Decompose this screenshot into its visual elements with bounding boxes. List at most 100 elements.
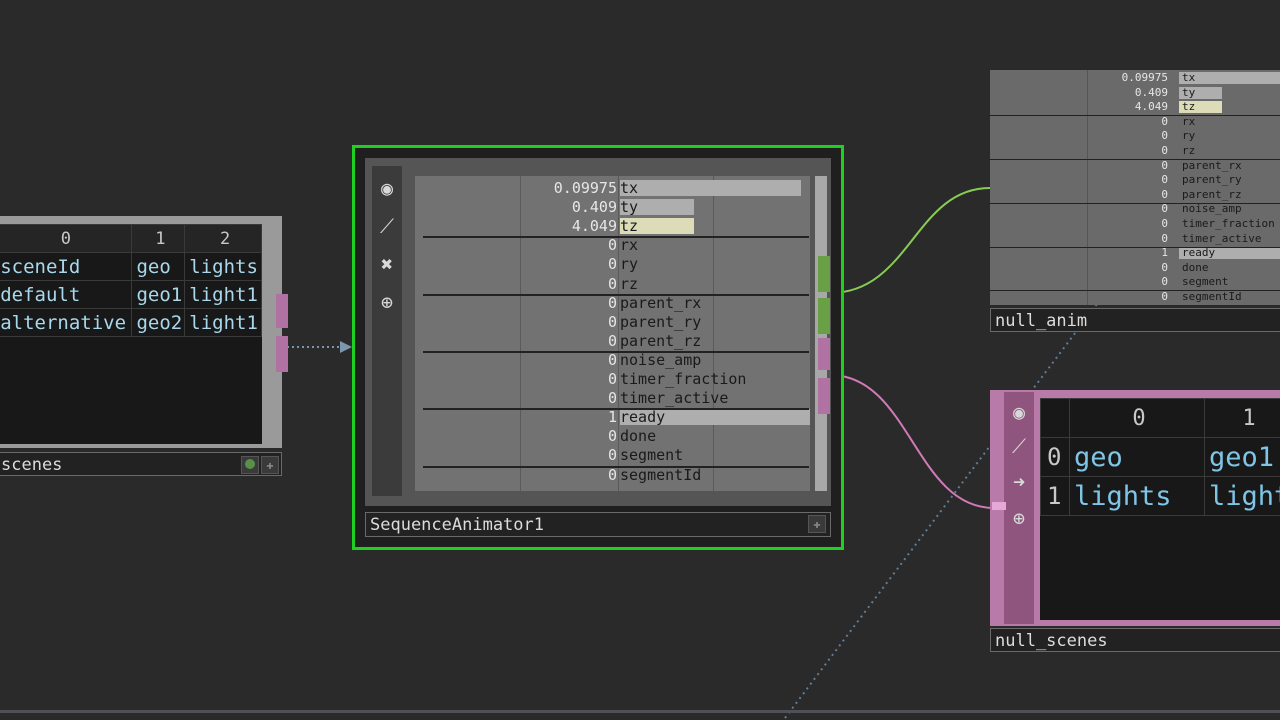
null-scenes-viewer[interactable]: ◉ ⟋ ➜ ⊕ 0 1 0 geo geo1 1 lights light1 — [990, 390, 1280, 626]
table-header-cell: 2 — [184, 224, 262, 253]
link-arrow — [340, 341, 352, 353]
chop-output-connector-2[interactable] — [818, 298, 830, 334]
channel-name: timer_fraction — [620, 370, 747, 388]
table-header-cell: 1 — [131, 224, 186, 253]
chop-wire[interactable] — [829, 187, 991, 294]
dat-output-connector-2[interactable] — [818, 378, 830, 414]
channel-value: 0 — [1161, 231, 1168, 245]
table-header-row: 0 1 2 — [0, 224, 262, 253]
target-icon[interactable]: ◉ — [375, 176, 399, 200]
chop-output-connector-1[interactable] — [818, 256, 830, 292]
network-bottom-border — [0, 710, 1280, 713]
node-name[interactable]: null_anim — [995, 311, 1087, 331]
channel-name: parent_ry — [1182, 173, 1242, 187]
channel-value: 0 — [1161, 144, 1168, 157]
channel-name: rx — [620, 236, 639, 255]
channel-name: segmentId — [1182, 290, 1242, 303]
channel-row: 0 rx — [415, 236, 810, 255]
graph-icon[interactable]: ⟋ — [1007, 434, 1031, 458]
target-icon[interactable]: ◉ — [1007, 400, 1031, 424]
null-anim-node[interactable]: 0.09975 tx 0.409 ty 4.049 tz 0 rx 0 ry 0 rz 0 parent_… — [990, 70, 1280, 333]
node-name[interactable]: SequenceAnimator1 — [370, 515, 544, 535]
table-cell: lights — [1069, 476, 1205, 516]
scenes-output-connector-2[interactable] — [276, 336, 288, 372]
channel-value: 0 — [607, 465, 617, 484]
channel-value: 0.409 — [571, 198, 617, 217]
channel-row: 0.09975 tx — [415, 179, 810, 198]
graph-icon[interactable]: ⟋ — [375, 214, 399, 238]
channel-group-separator — [423, 351, 809, 353]
channel-row: 0 noise_amp — [990, 202, 1280, 217]
node-name[interactable]: scenes — [1, 455, 62, 475]
scenes-dat-viewer[interactable]: 0 1 2 sceneId geo lights default geo1 li… — [0, 216, 272, 448]
channel-row: 0 parent_rx — [415, 294, 810, 313]
channel-value: 0 — [1161, 129, 1168, 143]
null-anim-footer[interactable]: null_anim — [990, 308, 1280, 332]
table-header-cell: 1 — [1204, 398, 1280, 438]
channel-group-separator — [990, 159, 1280, 160]
table-cell: light1 — [184, 308, 262, 337]
scenes-output-connector-1[interactable] — [276, 294, 288, 328]
channel-value: 0 — [607, 293, 617, 312]
channel-row: 0 timer_fraction — [990, 217, 1280, 232]
channel-row: 0.09975 tx — [990, 71, 1280, 86]
channel-name: ty — [620, 198, 639, 217]
table-row: default geo1 light1 — [0, 280, 262, 309]
table-cell: geo — [131, 252, 186, 281]
channel-row: 0 parent_ry — [415, 313, 810, 332]
plus-icon[interactable]: ✚ — [261, 456, 279, 474]
dat-output-connector-1[interactable] — [818, 338, 830, 370]
table-cell: sceneId — [0, 252, 133, 281]
channel-group-separator — [423, 466, 809, 468]
close-icon[interactable]: ✖ — [375, 252, 399, 276]
table-row: sceneId geo lights — [0, 252, 262, 281]
null-scenes-node[interactable]: ◉ ⟋ ➜ ⊕ 0 1 0 geo geo1 1 lights light1 — [990, 390, 1280, 654]
null-scenes-side-icons: ◉ ⟋ ➜ ⊕ — [1004, 392, 1034, 624]
scenes-footer[interactable]: scenes ✚ — [0, 452, 282, 476]
sequence-animator-side-icons: ◉ ⟋ ✖ ⊕ — [372, 166, 402, 496]
null-anim-channel-viewer[interactable]: 0.09975 tx 0.409 ty 4.049 tz 0 rx 0 ry 0 rz 0 parent_… — [990, 70, 1280, 305]
table-row: alternative geo2 light1 — [0, 308, 262, 337]
plus-icon[interactable]: ✚ — [808, 515, 826, 533]
sequence-animator-node[interactable]: ◉ ⟋ ✖ ⊕ 0.09975 tx 0.409 ty 4.049 tz 0 rx 0 ry 0 rz… — [352, 145, 844, 550]
channel-row: 0 timer_active — [415, 389, 810, 408]
viewer-dot-icon[interactable] — [241, 456, 259, 474]
channel-row: 4.049 tz — [990, 100, 1280, 115]
table-cell: geo1 — [1204, 437, 1280, 477]
channel-row: 0.409 ty — [990, 86, 1280, 101]
lock-icon[interactable]: ⊕ — [375, 290, 399, 314]
node-name[interactable]: null_scenes — [995, 631, 1108, 651]
channel-row: 0 segmentId — [415, 466, 810, 485]
table-cell: geo2 — [131, 308, 186, 337]
sequence-animator-footer[interactable]: SequenceAnimator1 ✚ — [365, 512, 831, 537]
channel-value: 0.09975 — [553, 179, 617, 197]
table-cell: geo — [1069, 437, 1205, 477]
channel-value: 0 — [1161, 217, 1168, 230]
channel-name: ry — [1182, 129, 1196, 143]
scenes-dat-node[interactable]: 0 1 2 sceneId geo lights default geo1 li… — [0, 216, 292, 478]
arrow-right-icon[interactable]: ➜ — [1007, 470, 1031, 494]
table-row: 1 lights light1 — [1040, 476, 1280, 516]
null-scenes-table: 0 1 0 geo geo1 1 lights light1 — [1040, 398, 1280, 620]
channel-value: 0 — [1161, 173, 1168, 187]
channel-row: 0 done — [415, 427, 810, 446]
lock-icon[interactable]: ⊕ — [1007, 506, 1031, 530]
table-cell: light1 — [1204, 476, 1280, 516]
channel-name: tx — [620, 179, 639, 197]
channel-row: 4.049 tz — [415, 217, 810, 236]
channel-name: ready — [1182, 246, 1216, 260]
channel-value: 0 — [607, 255, 617, 274]
channel-value: 0 — [607, 236, 617, 255]
null-scenes-input-connector[interactable] — [992, 502, 1006, 510]
channel-name: tx — [1182, 71, 1196, 84]
channel-row: 0 timer_fraction — [415, 370, 810, 389]
channel-value: 0 — [1161, 202, 1168, 216]
dat-wire[interactable] — [829, 374, 995, 509]
channel-row: 0 parent_rz — [415, 332, 810, 351]
null-scenes-footer[interactable]: null_scenes — [990, 628, 1280, 652]
channel-row: 0 ry — [415, 255, 810, 274]
channel-row: 0.409 ty — [415, 198, 810, 217]
channel-viewer[interactable]: 0.09975 tx 0.409 ty 4.049 tz 0 rx 0 ry 0 rz 0 parent_… — [415, 176, 810, 491]
table-header-cell: 0 — [1069, 398, 1205, 438]
channel-name: segmentId — [620, 465, 702, 484]
